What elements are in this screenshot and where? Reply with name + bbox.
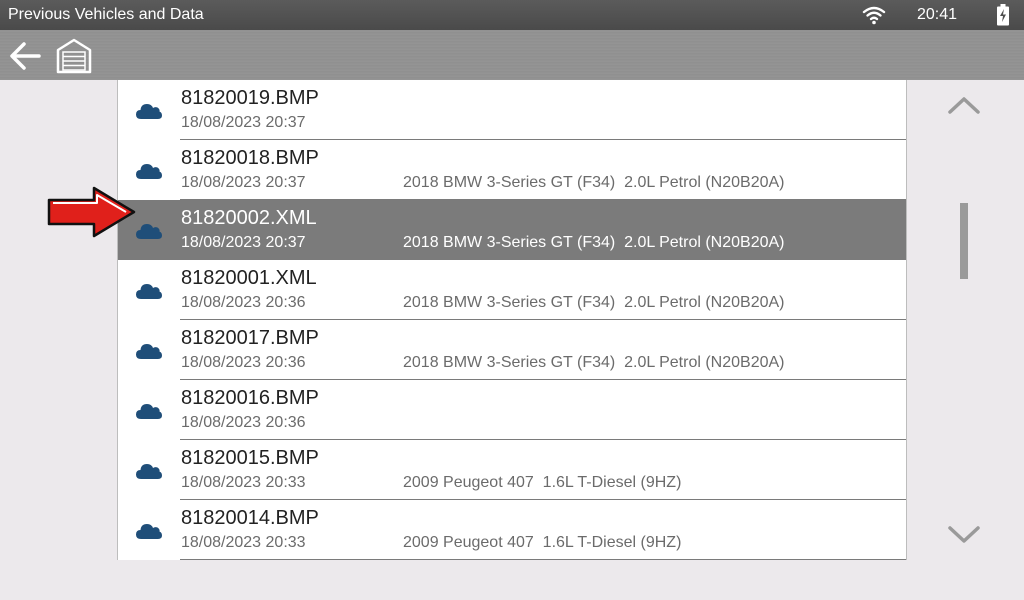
- cloud-icon: [136, 404, 162, 419]
- cloud-icon: [136, 464, 162, 479]
- record-row[interactable]: 81820001.XML 18/08/2023 20:36 2018 BMW 3-S…: [118, 260, 906, 320]
- record-date: 18/08/2023 20:33: [181, 474, 306, 491]
- record-vehicle: 2018 BMW 3-Series GT (F34) 2.0L Petrol (…: [403, 174, 785, 191]
- battery-charging-icon: [997, 4, 1009, 26]
- cloud-icon: [136, 284, 162, 299]
- status-bar: Previous Vehicles and Data 20:41: [0, 0, 1024, 30]
- record-row[interactable]: 81820018.BMP 18/08/2023 20:37 2018 BMW 3-S…: [118, 140, 906, 200]
- record-row[interactable]: 81820015.BMP 18/08/2023 20:33 2009 Peugeot…: [118, 440, 906, 500]
- record-row[interactable]: 81820017.BMP 18/08/2023 20:36 2018 BMW 3-S…: [118, 320, 906, 380]
- record-filename: 81820015.BMP: [181, 447, 319, 469]
- record-date: 18/08/2023 20:37: [181, 234, 306, 251]
- record-vehicle: 2018 BMW 3-Series GT (F34) 2.0L Petrol (…: [403, 354, 785, 371]
- record-filename: 81820019.BMP: [181, 87, 319, 109]
- clock: 20:41: [917, 6, 958, 23]
- record-filename: 81820001.XML: [181, 267, 317, 289]
- row-divider: [180, 559, 906, 560]
- record-date: 18/08/2023 20:36: [181, 414, 306, 431]
- cloud-icon: [136, 104, 162, 119]
- scroll-up-chevron-icon[interactable]: [946, 92, 982, 118]
- record-date: 18/08/2023 20:36: [181, 294, 306, 311]
- record-date: 18/08/2023 20:33: [181, 534, 306, 551]
- scroll-down-chevron-icon[interactable]: [946, 522, 982, 548]
- record-filename: 81820002.XML: [181, 207, 317, 229]
- wifi-icon: [862, 6, 886, 25]
- garage-icon[interactable]: [55, 37, 93, 75]
- cloud-icon: [136, 524, 162, 539]
- records-list[interactable]: 81820019.BMP 18/08/2023 20:37 81820018.BMP…: [117, 80, 907, 560]
- record-row[interactable]: 81820014.BMP 18/08/2023 20:33 2009 Peugeot…: [118, 500, 906, 560]
- record-filename: 81820014.BMP: [181, 507, 319, 529]
- cloud-icon: [136, 344, 162, 359]
- record-row[interactable]: 81820016.BMP 18/08/2023 20:36: [118, 380, 906, 440]
- record-vehicle: 2009 Peugeot 407 1.6L T-Diesel (9HZ): [403, 474, 682, 491]
- record-vehicle: 2009 Peugeot 407 1.6L T-Diesel (9HZ): [403, 534, 682, 551]
- record-row[interactable]: 81820002.XML 18/08/2023 20:37 2018 BMW 3-S…: [118, 200, 906, 260]
- back-arrow-icon[interactable]: [6, 37, 44, 75]
- screen-title: Previous Vehicles and Data: [8, 6, 204, 23]
- scrollbar-thumb[interactable]: [960, 203, 968, 279]
- record-row[interactable]: 81820019.BMP 18/08/2023 20:37: [118, 80, 906, 140]
- toolbar: [0, 30, 1024, 80]
- record-filename: 81820018.BMP: [181, 147, 319, 169]
- record-vehicle: 2018 BMW 3-Series GT (F34) 2.0L Petrol (…: [403, 234, 785, 251]
- record-filename: 81820016.BMP: [181, 387, 319, 409]
- cloud-icon: [136, 164, 162, 179]
- red-arrow-pointer-icon: [47, 186, 136, 238]
- cloud-icon: [136, 224, 162, 239]
- record-date: 18/08/2023 20:37: [181, 174, 306, 191]
- record-date: 18/08/2023 20:36: [181, 354, 306, 371]
- record-date: 18/08/2023 20:37: [181, 114, 306, 131]
- record-filename: 81820017.BMP: [181, 327, 319, 349]
- record-vehicle: 2018 BMW 3-Series GT (F34) 2.0L Petrol (…: [403, 294, 785, 311]
